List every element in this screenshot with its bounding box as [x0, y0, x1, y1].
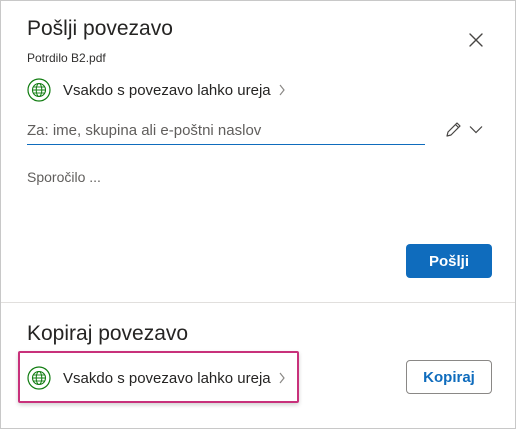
link-permission-button[interactable]: Vsakdo s povezavo lahko ureja: [27, 77, 286, 103]
share-dialog: Pošlji povezavo Potrdilo B2.pdf Vsakdo s…: [0, 0, 516, 429]
close-icon[interactable]: [465, 29, 487, 51]
chevron-down-icon[interactable]: [469, 125, 483, 134]
recipient-input[interactable]: [27, 117, 425, 145]
copy-link-permission-button[interactable]: Vsakdo s povezavo lahko ureja: [27, 365, 286, 391]
section-divider: [1, 302, 515, 303]
pencil-icon[interactable]: [443, 120, 463, 140]
globe-icon: [27, 78, 51, 102]
chevron-right-icon: [279, 372, 285, 384]
copy-link-title: Kopiraj povezavo: [27, 322, 189, 345]
message-field[interactable]: [27, 169, 487, 229]
send-link-title: Pošlji povezavo: [27, 17, 173, 40]
link-permission-label: Vsakdo s povezavo lahko ureja: [63, 81, 271, 99]
globe-icon: [27, 366, 51, 390]
copy-button[interactable]: Kopiraj: [406, 360, 492, 394]
file-name: Potrdilo B2.pdf: [27, 51, 106, 65]
send-button[interactable]: Pošlji: [406, 244, 492, 278]
copy-link-permission-label: Vsakdo s povezavo lahko ureja: [63, 369, 271, 387]
chevron-right-icon: [279, 84, 285, 96]
